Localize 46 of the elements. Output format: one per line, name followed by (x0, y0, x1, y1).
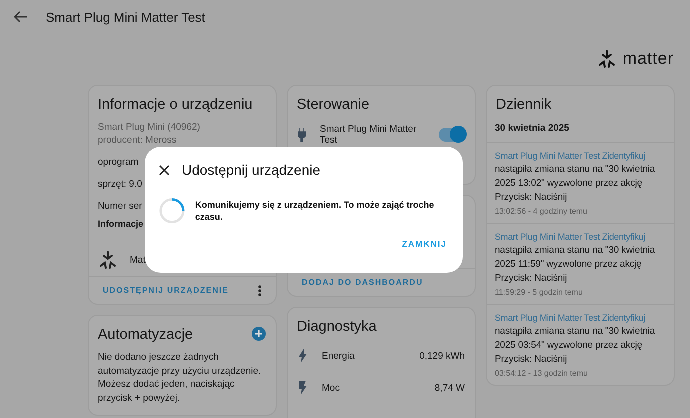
log-time: 03:54:12 - 13 godzin temu (495, 368, 589, 380)
share-device-button[interactable]: UDOSTĘPNIJ URZĄDZENIE (103, 284, 229, 297)
lightning-icon (298, 349, 308, 363)
entity-link[interactable]: Smart Plug Mini Matter Test Zidentyfikuj (495, 230, 646, 244)
section-label: Informacje (98, 219, 144, 229)
add-icon[interactable] (252, 326, 266, 340)
log-text: nastąpiła zmiana stanu na "30 kwietnia 2025 11:59" wyzwolone przez akcję Przycisk: Naciśnij (495, 244, 656, 286)
log-text: nastąpiła zmiana stanu na "30 kwietnia 2025 13:02" wyzwolone przez akcję Przycisk: Naciśnij (495, 163, 656, 205)
sensor-name: Energia (322, 350, 356, 362)
card-title: Diagnostyka (296, 318, 378, 337)
more-icon[interactable] (258, 284, 262, 296)
entity-name: Smart Plug Mini Matter Test (320, 124, 418, 146)
toggle-switch[interactable] (439, 128, 465, 142)
dialog-message: Komunikujemy się z urządzeniem. To może zająć troche czasu. (195, 199, 436, 223)
card-title: Informacje o urządzeniu (97, 96, 254, 115)
info-line: oprogram (98, 156, 139, 168)
entity-link[interactable]: Smart Plug Mini Matter Test Zidentyfikuj (495, 311, 646, 325)
device-manufacturer: producent: Meross (97, 134, 178, 147)
device-model: Smart Plug Mini (40962) (97, 121, 202, 134)
plug-icon (298, 128, 306, 142)
automations-text: Nie dodano jeszcze żadnych automatyzacje przy użyciu urządzenie. Możesz dodać jeden, naciskając przycisk + powyżej. (97, 351, 262, 406)
logo-text: matter (622, 49, 674, 69)
close-icon[interactable] (159, 164, 170, 176)
log-text: nastąpiła zmiana stanu na "30 kwietnia 2025 03:54" wyzwolone przez akcję Przycisk: Naciśnij (495, 325, 656, 367)
entity-link[interactable]: Smart Plug Mini Matter Test Zidentyfikuj (495, 149, 646, 163)
log-time: 13:02:56 - 4 godziny temu (495, 206, 589, 218)
card-title: Automatyzacje (97, 326, 194, 345)
info-line: sprzęt: 9.0 (98, 178, 142, 190)
loading-spinner-icon (159, 197, 186, 225)
sensor-name: Moc (322, 382, 341, 394)
back-arrow-icon[interactable] (14, 11, 28, 23)
matter-icon (98, 250, 118, 270)
page-title: Smart Plug Mini Matter Test (46, 10, 206, 24)
log-time: 11:59:29 - 5 godzin temu (495, 287, 584, 299)
add-to-dashboard-button[interactable]: DODAJ DO DASHBOARDU (302, 276, 424, 289)
dialog-title: Udostępnij urządzenie (182, 162, 321, 178)
close-button[interactable]: ZAMKNIJ (400, 237, 449, 251)
matter-logo-icon (596, 49, 617, 69)
sensor-value: 0,129 kWh (420, 350, 465, 362)
flash-icon (298, 381, 308, 395)
sensor-value: 8,74 W (434, 382, 465, 394)
card-title: Sterowanie (296, 96, 371, 115)
card-title: Dziennik (495, 96, 553, 115)
info-line: Numer ser (98, 200, 142, 212)
log-date: 30 kwietnia 2025 (495, 123, 570, 134)
integration-name[interactable]: Mat (130, 254, 146, 266)
